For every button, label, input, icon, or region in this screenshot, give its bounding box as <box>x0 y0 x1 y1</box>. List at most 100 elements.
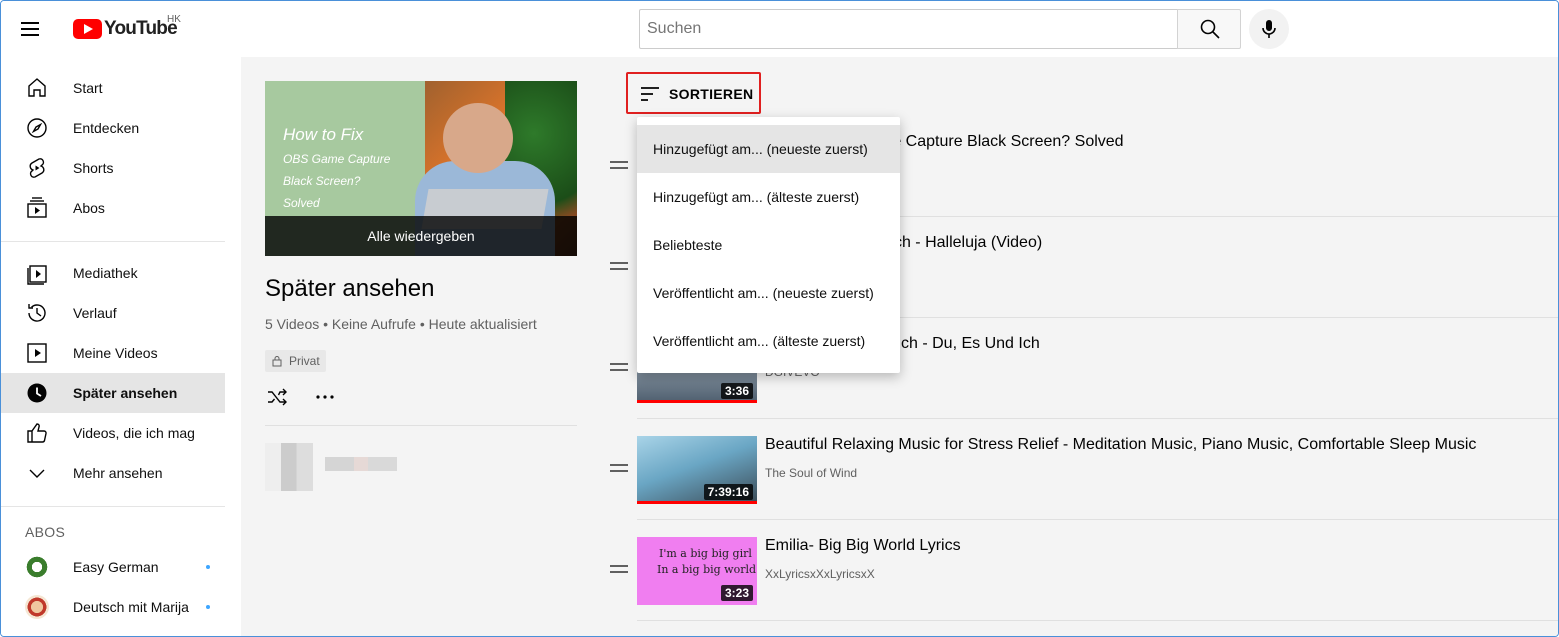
video-duration: 3:23 <box>720 585 753 601</box>
playlist-stats: 5 Videos • Keine Aufrufe • Heute aktuali… <box>265 316 537 332</box>
voice-search-button[interactable] <box>1249 9 1289 49</box>
video-channel[interactable]: XxLyricsxXxLyricsxX <box>765 567 875 581</box>
search-box <box>639 9 1178 49</box>
sort-option-added-newest[interactable]: Hinzugefügt am... (neueste zuerst) <box>637 125 900 173</box>
video-title[interactable]: Emilia- Big Big World Lyrics <box>765 537 961 555</box>
sort-option-published-newest[interactable]: Veröffentlicht am... (neueste zuerst) <box>637 269 900 317</box>
sort-icon <box>641 87 659 101</box>
sidebar-item-shorts[interactable]: Shorts <box>1 148 225 188</box>
sidebar-item-label: Videos, die ich mag <box>73 425 195 441</box>
video-thumbnail[interactable]: I'm a big big girl In a big big world 3:… <box>637 537 757 605</box>
history-icon <box>28 304 46 322</box>
sidebar-item-verlauf[interactable]: Verlauf <box>1 293 225 333</box>
sort-button[interactable]: SORTIEREN <box>626 72 761 114</box>
new-content-dot <box>206 605 210 609</box>
search-icon <box>1200 19 1220 39</box>
sidebar-item-mediathek[interactable]: Mediathek <box>1 253 225 293</box>
youtube-logo[interactable]: YouTube HK <box>73 14 181 40</box>
playlist-video-row[interactable]: I'm a big big girl In a big big world 3:… <box>601 520 1558 621</box>
guide-sidebar: Start Entdecken Shorts Abos Mediathek Ve… <box>1 57 241 636</box>
sidebar-item-label: Später ansehen <box>73 385 178 401</box>
sidebar-item-label: Verlauf <box>73 305 117 321</box>
video-thumbnail[interactable]: 7:39:16 <box>637 436 757 504</box>
sidebar-item-start[interactable]: Start <box>1 68 225 108</box>
watch-progress-bar <box>637 400 757 403</box>
shuffle-icon[interactable] <box>265 385 289 409</box>
masthead: YouTube HK <box>1 1 1558 57</box>
youtube-window: YouTube HK Start Entdecken <box>0 0 1559 637</box>
sidebar-item-label: Easy German <box>73 559 159 575</box>
microphone-icon <box>1262 20 1276 38</box>
drag-handle-icon[interactable] <box>610 565 628 573</box>
sidebar-item-label: Shorts <box>73 160 114 176</box>
thumbnail-text-line: How to Fix <box>283 125 364 144</box>
sidebar-item-label: Mediathek <box>73 265 138 281</box>
sidebar-item-spaeter-ansehen[interactable]: Später ansehen <box>1 373 225 413</box>
playlist-video-row[interactable]: 7:39:16 Beautiful Relaxing Music for Str… <box>601 419 1558 520</box>
sort-option-added-oldest[interactable]: Hinzugefügt am... (älteste zuerst) <box>637 173 900 221</box>
shorts-icon <box>29 158 45 178</box>
video-title[interactable]: Beautiful Relaxing Music for Stress Reli… <box>765 436 1476 454</box>
drag-handle-icon[interactable] <box>610 464 628 472</box>
playlist-title: Später ansehen <box>265 275 435 302</box>
privacy-label: Privat <box>289 354 320 368</box>
playlist-thumbnail[interactable]: How to Fix OBS Game Capture Black Screen… <box>265 81 577 256</box>
thumbnail-text-line: OBS Game Capture <box>283 152 391 166</box>
owner-avatar[interactable] <box>265 443 313 491</box>
chevron-down-icon <box>29 469 45 478</box>
sidebar-item-liked-videos[interactable]: Videos, die ich mag <box>1 413 225 453</box>
search-input[interactable] <box>640 10 1178 48</box>
sidebar-item-label: Meine Videos <box>73 345 158 361</box>
sidebar-item-label: Start <box>73 80 103 96</box>
logo-wordmark: YouTube <box>104 18 178 39</box>
sort-option-published-oldest[interactable]: Veröffentlicht am... (älteste zuerst) <box>637 317 900 365</box>
your-videos-icon <box>27 343 47 363</box>
playlist-header-panel: How to Fix OBS Game Capture Black Screen… <box>241 57 601 636</box>
video-channel[interactable]: The Soul of Wind <box>765 466 857 480</box>
channel-avatar <box>25 595 49 619</box>
sort-option-popular[interactable]: Beliebteste <box>637 221 900 269</box>
sidebar-item-abos[interactable]: Abos <box>1 188 225 228</box>
sidebar-item-entdecken[interactable]: Entdecken <box>1 108 225 148</box>
video-title[interactable]: me Capture Black Screen? Solved <box>879 133 1124 151</box>
thumbnail-text-line: In a big big world <box>657 563 757 576</box>
compass-icon <box>27 118 47 138</box>
owner-name-blurred[interactable] <box>325 457 397 471</box>
sidebar-item-label: Mehr ansehen <box>73 465 163 481</box>
thumbnail-text-line: Black Screen? <box>283 174 361 188</box>
thumbs-up-icon <box>27 423 47 443</box>
youtube-play-icon <box>73 19 102 39</box>
sidebar-divider <box>1 506 225 507</box>
new-content-dot <box>206 565 210 569</box>
drag-handle-icon[interactable] <box>610 161 628 169</box>
playlist-divider <box>265 425 577 426</box>
drag-handle-icon[interactable] <box>610 262 628 270</box>
sidebar-divider <box>1 241 225 242</box>
home-icon <box>28 78 46 97</box>
sidebar-sub-deutsch-mit-marija[interactable]: Deutsch mit Marija <box>1 587 225 627</box>
thumbnail-text-line: Solved <box>283 196 320 210</box>
sidebar-item-meine-videos[interactable]: Meine Videos <box>1 333 225 373</box>
sidebar-item-label: Abos <box>73 200 105 216</box>
library-icon <box>27 265 47 285</box>
video-duration: 7:39:16 <box>703 484 753 500</box>
sidebar-item-label: Entdecken <box>73 120 140 136</box>
subscriptions-icon <box>27 197 47 218</box>
thumbnail-person-head <box>443 103 513 173</box>
sidebar-item-mehr-ansehen[interactable]: Mehr ansehen <box>1 453 225 493</box>
video-duration: 3:36 <box>720 383 753 399</box>
play-all-button[interactable]: Alle wiedergeben <box>265 216 577 256</box>
search-button[interactable] <box>1177 9 1241 49</box>
more-actions-icon[interactable] <box>313 385 337 409</box>
thumbnail-text-line: I'm a big big girl <box>659 547 752 560</box>
hamburger-menu-button[interactable] <box>19 17 43 41</box>
subscriptions-heading: ABOS <box>25 524 66 540</box>
watch-progress-bar <box>637 501 757 504</box>
sidebar-item-label: Deutsch mit Marija <box>73 599 189 615</box>
lock-icon <box>272 356 282 367</box>
row-divider <box>637 620 1558 621</box>
drag-handle-icon[interactable] <box>610 363 628 371</box>
sidebar-sub-easy-german[interactable]: Easy German <box>1 547 225 587</box>
privacy-badge[interactable]: Privat <box>265 350 326 372</box>
video-title[interactable]: ch - Du, Es Und Ich <box>901 335 1040 353</box>
